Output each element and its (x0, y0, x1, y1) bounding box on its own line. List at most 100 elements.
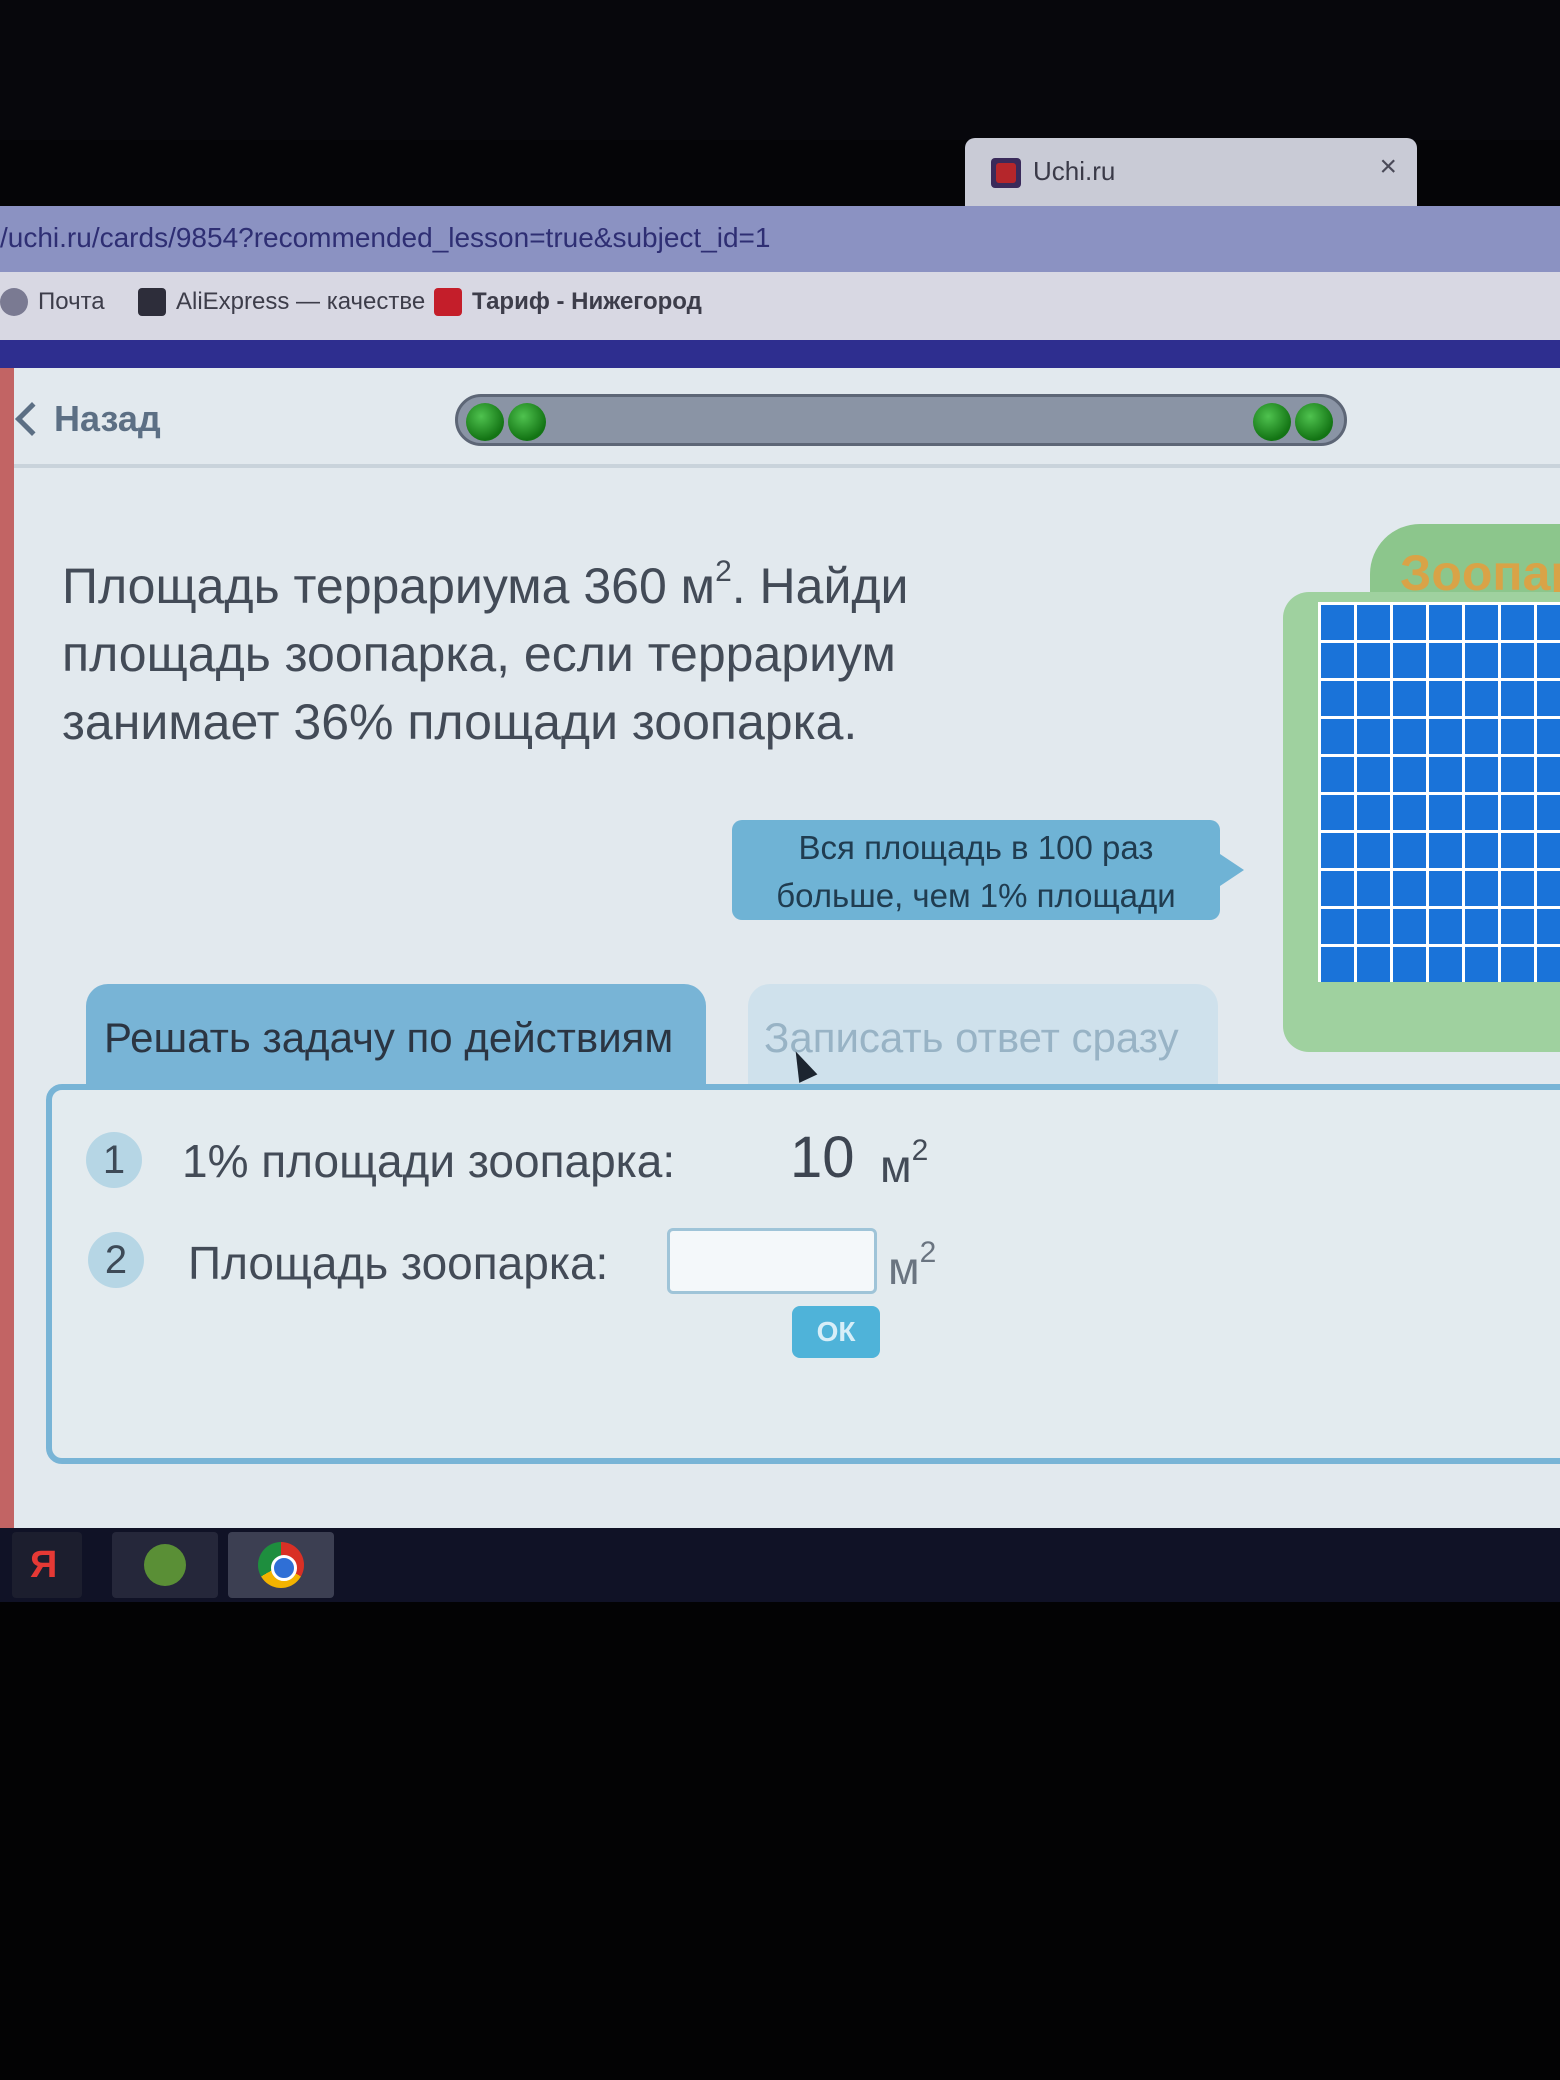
zoo-grid-cell (1501, 909, 1534, 944)
zoo-grid-cell (1537, 909, 1560, 944)
zoo-area-input[interactable] (667, 1228, 877, 1294)
bookmark-label: Тариф - Нижегород (472, 288, 702, 315)
zoo-grid-cell (1501, 605, 1534, 640)
zoo-grid-cell (1501, 871, 1534, 906)
zoo-grid-cell (1321, 605, 1354, 640)
zoo-grid-cell (1429, 871, 1462, 906)
progress-dot (466, 403, 504, 441)
back-button[interactable]: Назад (15, 398, 161, 440)
zoo-grid-cell (1537, 681, 1560, 716)
utorrent-icon (144, 1544, 186, 1586)
zoo-grid-cell (1321, 795, 1354, 830)
zoo-grid-cell (1429, 947, 1462, 982)
zoo-grid-cell (1501, 833, 1534, 868)
zoo-grid-cell (1357, 719, 1390, 754)
bookmark-aliexpress[interactable]: AliExpress — качестве (138, 288, 425, 316)
taskbar-yandex[interactable]: Я (12, 1532, 82, 1598)
hint-bubble: Вся площадь в 100 раз больше, чем 1% пло… (732, 820, 1244, 920)
zoo-grid-cell (1537, 757, 1560, 792)
zoo-grid-cell (1465, 833, 1498, 868)
bookmark-mail[interactable]: Почта (0, 288, 105, 316)
zoo-grid-cell (1465, 757, 1498, 792)
problem-text: Площадь террариума 360 м2. Найди площадь… (62, 538, 962, 756)
zoo-grid-cell (1537, 947, 1560, 982)
zoo-grid-cell (1393, 643, 1426, 678)
step-value: 10 (790, 1125, 855, 1190)
zoo-grid-cell (1429, 605, 1462, 640)
divider (0, 464, 1560, 468)
mail-icon (0, 288, 28, 316)
zoo-grid-cell (1429, 795, 1462, 830)
zoo-grid-cell (1465, 795, 1498, 830)
url-text[interactable]: /uchi.ru/cards/9854?recommended_lesson=t… (0, 222, 770, 254)
zoo-grid-cell (1465, 643, 1498, 678)
zoo-grid-cell (1321, 719, 1354, 754)
taskbar-chrome[interactable] (228, 1532, 334, 1598)
top-bezel (0, 0, 1560, 140)
zoo-grid-cell (1321, 909, 1354, 944)
step-unit: м2 (888, 1236, 936, 1295)
zoo-grid-cell (1537, 605, 1560, 640)
zoo-grid-cell (1321, 947, 1354, 982)
zoo-grid-cell (1537, 719, 1560, 754)
progress-bar (455, 394, 1347, 446)
bottom-bezel (0, 1602, 1560, 2080)
problem-sup: 2 (715, 555, 732, 588)
zoo-grid-cell (1393, 833, 1426, 868)
step-unit: м2 (880, 1134, 928, 1193)
site-top-strip (0, 340, 1560, 368)
step-number: 2 (88, 1232, 144, 1288)
zoo-grid-cell (1321, 681, 1354, 716)
unit-sup: 2 (911, 1134, 929, 1167)
yandex-icon: Я (30, 1544, 58, 1586)
zoo-grid-cell (1465, 871, 1498, 906)
bookmark-label: AliExpress — качестве (176, 288, 426, 315)
lesson-page: Назад Площадь террариума 360 м2. Найди п… (0, 368, 1560, 1528)
step-number: 1 (86, 1132, 142, 1188)
tab-answer-directly[interactable]: Записать ответ сразу (748, 984, 1218, 1084)
chrome-icon (258, 1542, 304, 1588)
taskbar-utorrent[interactable] (112, 1532, 218, 1598)
tariff-icon (434, 288, 462, 316)
zoo-grid-cell (1357, 871, 1390, 906)
taskbar: Я (0, 1528, 1560, 1602)
step-label: Площадь зоопарка: (188, 1237, 609, 1289)
zoo-grid-cell (1321, 643, 1354, 678)
zoo-grid-cell (1429, 681, 1462, 716)
zoo-grid-cell (1501, 757, 1534, 792)
aliexpress-icon (138, 288, 166, 316)
zoo-grid-cell (1429, 757, 1462, 792)
address-bar[interactable]: /uchi.ru/cards/9854?recommended_lesson=t… (0, 206, 1560, 272)
zoo-grid-cell (1465, 681, 1498, 716)
ok-button[interactable]: ОК (792, 1306, 880, 1358)
zoo-grid-cell (1393, 719, 1426, 754)
bookmark-label: Почта (38, 288, 105, 315)
zoo-grid-cell (1393, 947, 1426, 982)
zoo-grid-cell (1321, 833, 1354, 868)
unit-sup: 2 (919, 1236, 937, 1269)
zoo-grid-cell (1429, 833, 1462, 868)
uchi-favicon-icon (991, 158, 1021, 188)
problem-part1: Площадь террариума 360 м (62, 558, 716, 614)
bookmarks-bar: Почта AliExpress — качестве Тариф - Ниже… (0, 272, 1560, 340)
zoo-grid-cell (1357, 605, 1390, 640)
zoo-grid-cell (1393, 757, 1426, 792)
zoo-grid-cell (1357, 643, 1390, 678)
tab-step-by-step[interactable]: Решать задачу по действиям (86, 984, 706, 1084)
zoo-grid-cell (1393, 681, 1426, 716)
browser-tab[interactable]: Uchi.ru × (965, 138, 1417, 206)
zoo-grid-cell (1465, 719, 1498, 754)
unit-text: м (880, 1140, 912, 1192)
progress-dot (1253, 403, 1291, 441)
zoo-grid-cell (1357, 947, 1390, 982)
zoo-grid-cell (1501, 947, 1534, 982)
page-left-edge (0, 368, 14, 1528)
bookmark-tariff[interactable]: Тариф - Нижегород (434, 288, 702, 316)
zoo-grid-cell (1501, 681, 1534, 716)
zoo-grid-cell (1357, 909, 1390, 944)
zoo-grid-cell (1429, 909, 1462, 944)
zoo-grid-cell (1357, 757, 1390, 792)
zoo-grid-cell (1537, 643, 1560, 678)
zoo-grid-cell (1357, 795, 1390, 830)
close-icon[interactable]: × (1379, 150, 1397, 184)
